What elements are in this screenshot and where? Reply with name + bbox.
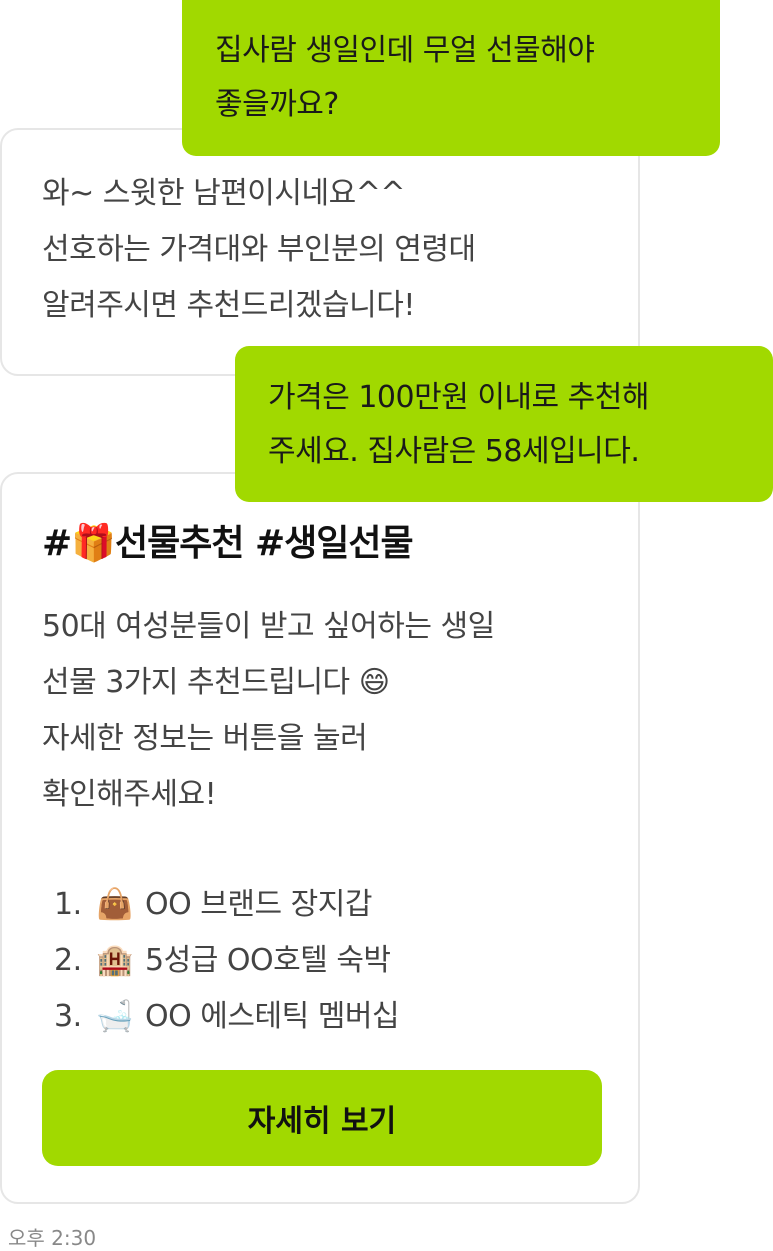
view-details-button[interactable]: 자세히 보기 bbox=[42, 1070, 602, 1166]
card-body-text: 자세한 정보는 버튼을 눌러 bbox=[42, 721, 368, 756]
message-text: 와~ 스윗한 남편이시네요^^ bbox=[42, 176, 405, 211]
message-text: 좋을까요? bbox=[215, 87, 339, 122]
recommendation-card: #🎁선물추천 #생일선물 50대 여성분들이 받고 싶어하는 생일 선물 3가지… bbox=[0, 472, 640, 1204]
card-body-text: 선물 3가지 추천드립니다 😄 bbox=[42, 665, 390, 700]
list-number: 2. bbox=[54, 943, 82, 978]
message-text: 선호하는 가격대와 부인분의 연령대 bbox=[42, 232, 476, 267]
user-message-bubble: 가격은 100만원 이내로 추천해 주세요. 집사람은 58세입니다. bbox=[235, 346, 773, 502]
list-item: 1. 👜 OO 브랜드 장지갑 bbox=[54, 877, 399, 933]
message-timestamp: 오후 2:30 bbox=[8, 1226, 97, 1250]
message-text: 알려주시면 추천드리겠습니다! bbox=[42, 288, 415, 323]
card-body: 50대 여성분들이 받고 싶어하는 생일 선물 3가지 추천드립니다 😄 자세한… bbox=[42, 599, 495, 823]
message-text: 집사람 생일인데 무얼 선물해야 bbox=[215, 33, 595, 68]
bot-message-bubble: 와~ 스윗한 남편이시네요^^ 선호하는 가격대와 부인분의 연령대 알려주시면… bbox=[0, 128, 640, 376]
list-item-text: OO 에스테틱 멤버십 bbox=[145, 999, 400, 1034]
list-item-text: OO 브랜드 장지갑 bbox=[145, 887, 372, 922]
gift-list: 1. 👜 OO 브랜드 장지갑 2. 🏨 5성급 OO호텔 숙박 3. 🛁 OO 에스… bbox=[54, 877, 400, 1045]
user-message-bubble: 집사람 생일인데 무얼 선물해야 좋을까요? bbox=[182, 0, 720, 156]
handbag-icon: 👜 bbox=[96, 887, 133, 922]
card-title: #🎁선물추천 #생일선물 bbox=[42, 523, 414, 564]
list-item-text: 5성급 OO호텔 숙박 bbox=[145, 943, 391, 978]
card-body-text: 확인해주세요! bbox=[42, 777, 217, 812]
list-item: 3. 🛁 OO 에스테틱 멤버십 bbox=[54, 989, 400, 1045]
list-number: 3. bbox=[54, 999, 82, 1034]
list-number: 1. bbox=[54, 887, 82, 922]
message-text: 가격은 100만원 이내로 추천해 bbox=[268, 380, 649, 415]
list-item: 2. 🏨 5성급 OO호텔 숙박 bbox=[54, 933, 399, 989]
hotel-icon: 🏨 bbox=[96, 943, 133, 978]
card-body-text: 50대 여성분들이 받고 싶어하는 생일 bbox=[42, 609, 495, 644]
bathtub-icon: 🛁 bbox=[96, 999, 133, 1034]
message-text: 주세요. 집사람은 58세입니다. bbox=[268, 434, 640, 469]
